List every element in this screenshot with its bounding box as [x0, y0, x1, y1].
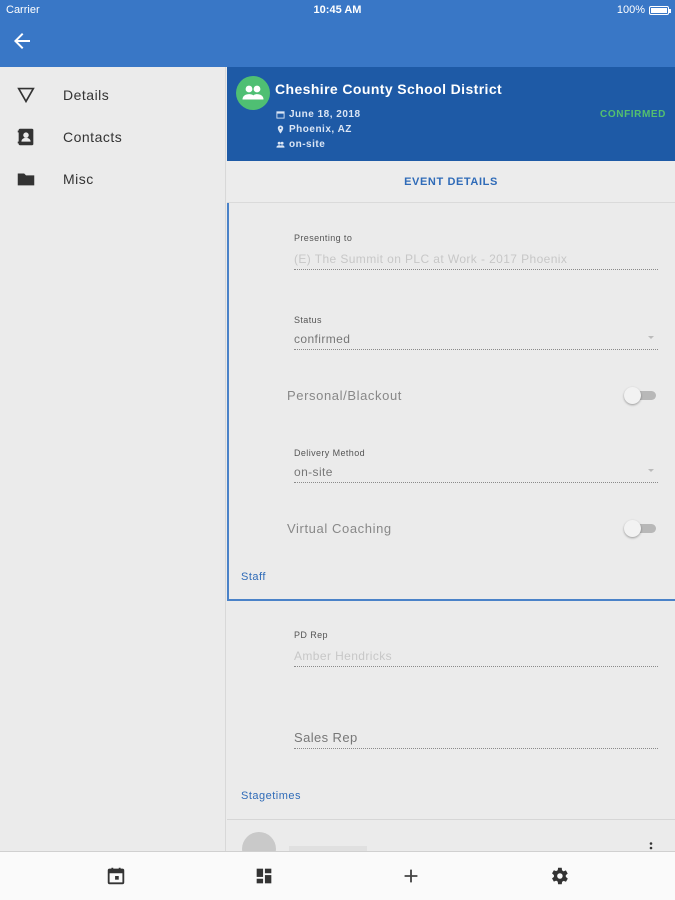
sidebar-item-details[interactable]: Details — [0, 74, 226, 116]
stagetime-list-item[interactable] — [227, 819, 675, 866]
delivery-method-select-value: on-site — [294, 465, 333, 479]
event-delivery-text: on-site — [289, 139, 326, 150]
pd-rep-field[interactable]: Amber Hendricks — [294, 649, 658, 667]
clock: 10:45 AM — [313, 4, 362, 16]
presenting-to-label: Presenting to — [294, 233, 353, 243]
event-title: Cheshire County School District — [275, 81, 503, 97]
sales-rep-field[interactable]: Sales Rep — [294, 730, 658, 749]
event-date-text: June 18, 2018 — [289, 109, 361, 120]
status-bar: Carrier 10:45 AM 100% — [0, 0, 675, 20]
delivery-method-select[interactable]: on-site — [294, 465, 658, 483]
virtual-coaching-label: Virtual Coaching — [287, 521, 392, 536]
sidebar-item-label: Contacts — [63, 129, 123, 145]
bottom-nav — [0, 851, 675, 900]
folder-icon — [17, 173, 35, 186]
add-icon[interactable] — [400, 865, 422, 887]
settings-icon[interactable] — [548, 865, 570, 887]
event-date: June 18, 2018 — [276, 109, 361, 120]
toggle-knob — [624, 387, 641, 404]
arrow-left-icon[interactable] — [10, 29, 34, 53]
status-select-value: confirmed — [294, 332, 351, 346]
group-icon — [242, 85, 264, 100]
virtual-coaching-toggle[interactable] — [624, 520, 658, 537]
section-divider — [227, 599, 675, 601]
toggle-knob — [624, 520, 641, 537]
delivery-method-label: Delivery Method — [294, 448, 366, 458]
tab-event-details[interactable]: EVENT DETAILS — [227, 161, 675, 203]
event-location-text: Phoenix, AZ — [289, 124, 352, 135]
dashboard-icon[interactable] — [253, 865, 275, 887]
stagetimes-section-title: Stagetimes — [241, 790, 302, 802]
app-bar — [0, 20, 675, 67]
event-header: Cheshire County School District June 18,… — [227, 67, 675, 161]
event-location: Phoenix, AZ — [276, 124, 352, 135]
sidebar-item-contacts[interactable]: Contacts — [0, 116, 226, 158]
calendar-icon[interactable] — [105, 865, 127, 887]
event-delivery: on-site — [276, 139, 325, 150]
contacts-icon — [17, 128, 34, 146]
status-select[interactable]: confirmed — [294, 332, 658, 350]
location-pin-icon — [277, 125, 284, 134]
group-avatar — [236, 76, 270, 110]
event-details-form: Presenting to (E) The Summit on PLC at W… — [227, 203, 675, 866]
filter-triangle-icon — [17, 87, 35, 104]
sidebar-item-misc[interactable]: Misc — [0, 158, 226, 200]
personal-blackout-label: Personal/Blackout — [287, 388, 402, 403]
sidebar-item-label: Details — [63, 87, 110, 103]
people-small-icon — [276, 141, 285, 148]
staff-section-title: Staff — [241, 571, 266, 583]
chevron-down-icon — [648, 336, 654, 339]
sidebar-item-label: Misc — [63, 171, 94, 187]
battery-percent: 100% — [616, 4, 645, 16]
chevron-down-icon — [648, 469, 654, 472]
presenting-to-field[interactable]: (E) The Summit on PLC at Work - 2017 Pho… — [294, 252, 658, 270]
app-root: Carrier 10:45 AM 100% Details Contacts M… — [0, 0, 675, 900]
battery-icon — [649, 5, 671, 15]
calendar-small-icon — [276, 111, 285, 119]
personal-blackout-toggle[interactable] — [624, 387, 658, 404]
sidebar: Details Contacts Misc — [0, 67, 226, 851]
section-left-rule — [227, 203, 229, 600]
status-label: Status — [294, 315, 322, 325]
status-badge: CONFIRMED — [600, 109, 666, 120]
pd-rep-label: PD Rep — [294, 630, 328, 640]
battery-indicator: 100% — [616, 4, 671, 16]
